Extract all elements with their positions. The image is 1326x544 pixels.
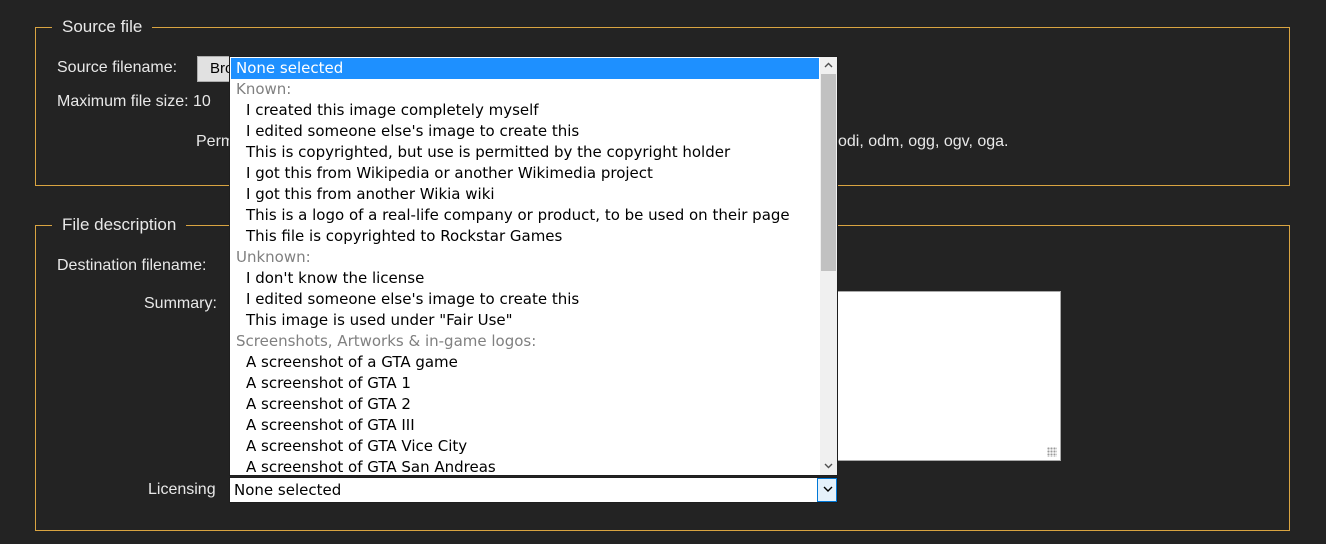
scroll-up-button[interactable] [820, 57, 837, 74]
dropdown-option[interactable]: I got this from another Wikia wiki [231, 184, 819, 205]
dropdown-option[interactable]: This image is used under "Fair Use" [231, 310, 819, 331]
dropdown-option[interactable]: I got this from Wikipedia or another Wik… [231, 163, 819, 184]
dropdown-option[interactable]: A screenshot of a GTA game [231, 352, 819, 373]
dropdown-option[interactable]: A screenshot of GTA 1 [231, 373, 819, 394]
dropdown-option[interactable]: This is a logo of a real-life company or… [231, 205, 819, 226]
licensing-options: None selected Known: I created this image … [231, 58, 819, 475]
dropdown-option[interactable]: I edited someone else's image to create … [231, 121, 819, 142]
summary-label: Summary: [144, 295, 217, 312]
option-group-label: Known: [236, 80, 292, 98]
dropdown-option[interactable]: This is copyrighted, but use is permitte… [231, 142, 819, 163]
max-file-size-text: Maximum file size: 10 [57, 93, 211, 110]
dropdown-option[interactable]: A screenshot of GTA San Andreas [231, 457, 819, 475]
option-group-label: Screenshots, Artworks & in-game logos: [236, 332, 537, 350]
dropdown-option[interactable]: I created this image completely myself [231, 100, 819, 121]
chevron-down-icon [823, 486, 833, 492]
licensing-select-value: None selected [234, 481, 342, 499]
licensing-select[interactable]: None selected [229, 477, 838, 503]
select-dropdown-button[interactable] [817, 478, 837, 502]
permitted-types-text-end: odi, odm, ogg, ogv, oga. [838, 133, 1009, 150]
dropdown-scrollbar[interactable] [820, 57, 837, 475]
dropdown-option[interactable]: I edited someone else's image to create … [231, 289, 819, 310]
dropdown-option[interactable]: None selected [231, 58, 819, 79]
source-filename-label: Source filename: [57, 59, 178, 76]
dropdown-option[interactable]: A screenshot of GTA Vice City [231, 436, 819, 457]
option-group-label: Unknown: [236, 248, 311, 266]
dropdown-option[interactable]: I don't know the license [231, 268, 819, 289]
chevron-up-icon [824, 62, 833, 68]
destination-filename-label: Destination filename: [57, 257, 207, 274]
dropdown-option[interactable]: A screenshot of GTA 2 [231, 394, 819, 415]
scroll-down-button[interactable] [820, 458, 837, 475]
chevron-down-icon [824, 463, 833, 469]
resize-grip-icon[interactable] [1047, 447, 1057, 457]
dropdown-option[interactable]: A screenshot of GTA III [231, 415, 819, 436]
scrollbar-thumb[interactable] [821, 74, 836, 271]
licensing-dropdown-list[interactable]: None selected Known: I created this image … [229, 56, 838, 476]
source-file-legend: Source file [52, 17, 153, 37]
dropdown-option[interactable]: This file is copyrighted to Rockstar Gam… [231, 226, 819, 247]
licensing-label: Licensing [148, 481, 216, 498]
file-description-legend: File description [52, 215, 187, 235]
